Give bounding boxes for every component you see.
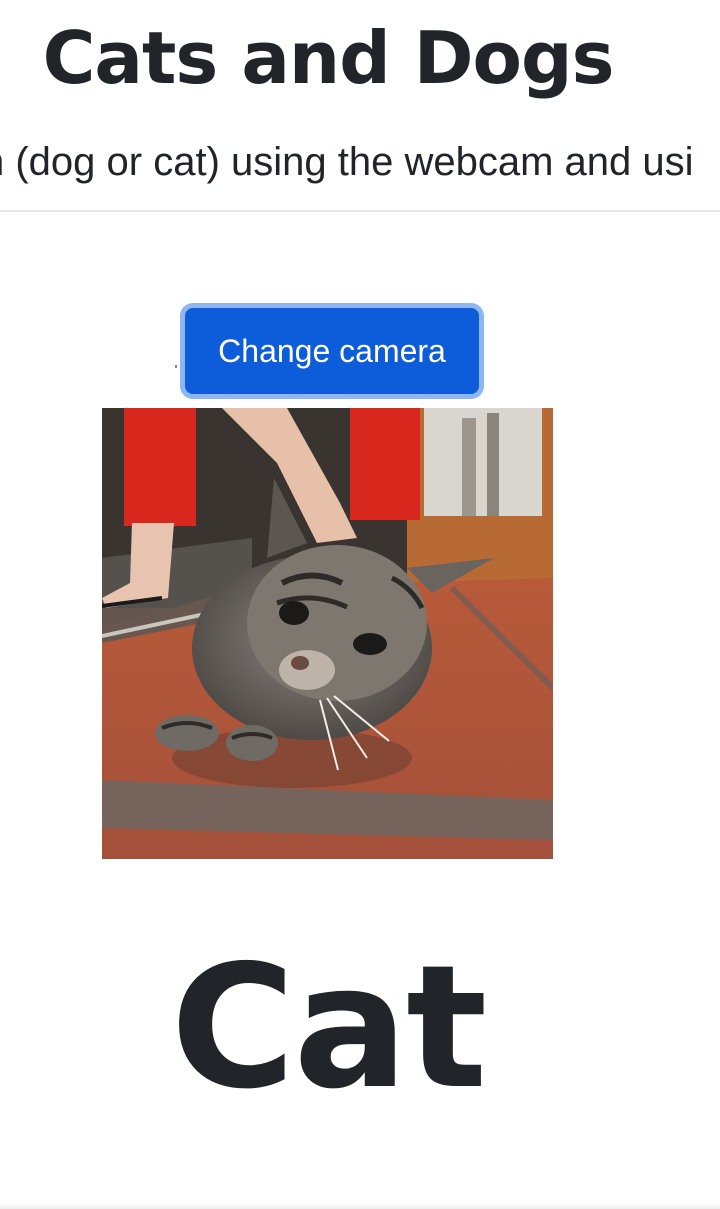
stray-mark <box>175 365 177 368</box>
header-divider <box>0 210 720 212</box>
webcam-frame-image <box>102 408 553 859</box>
prediction-label: Cat <box>170 929 488 1127</box>
bottom-edge <box>0 1203 720 1209</box>
change-camera-button[interactable]: Change camera <box>185 308 479 394</box>
page-title: Cats and Dogs <box>42 16 615 100</box>
page-subtitle: n (dog or cat) using the webcam and usi <box>0 140 694 184</box>
webcam-view <box>102 408 553 859</box>
